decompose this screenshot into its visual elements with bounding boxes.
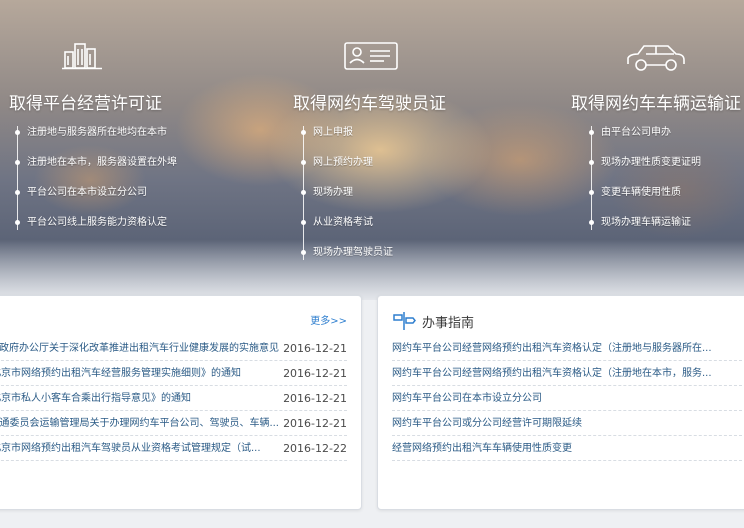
id-card-icon [344, 42, 398, 70]
guide-item[interactable]: 经营网络预约出租汽车车辆使用性质变更 [392, 436, 742, 461]
buildings-icon [62, 43, 102, 70]
news-item[interactable]: 北京市网络预约出租汽车驾驶员从业资格考试管理规定（试... 2016-12-22 [0, 436, 347, 461]
news-title[interactable]: 北京市私人小客车合乘出行指导意见》的通知 [0, 393, 191, 404]
news-title[interactable]: 京市人民政府办公厅关于深化改革推进出租汽车行业健康发展的实施意见 [0, 343, 279, 354]
step-link[interactable]: 现场办理车辆运输证 [589, 216, 701, 230]
step-link[interactable]: 由平台公司申办 [589, 126, 701, 156]
news-title[interactable]: 京市交通委员会运输管理局关于办理网约车平台公司、驾驶员、车辆... [0, 418, 279, 429]
driver-license-steps: 网上申报 网上预约办理 现场办理 从业资格考试 现场办理驾驶员证 [301, 126, 393, 260]
step-link[interactable]: 网上申报 [301, 126, 393, 156]
more-link[interactable]: 更多>> [310, 312, 347, 327]
platform-license-title[interactable]: 取得平台经营许可证 [9, 89, 162, 114]
news-item[interactable]: 京市交通委员会运输管理局关于办理网约车平台公司、驾驶员、车辆... 2016-1… [0, 411, 347, 436]
news-item[interactable]: 北京市私人小客车合乘出行指导意见》的通知 2016-12-21 [0, 386, 347, 411]
platform-license-steps: 注册地与服务器所在地均在本市 注册地在本市，服务器设置在外埠 平台公司在本市设立… [15, 126, 177, 230]
vehicle-license-steps: 由平台公司申办 现场办理性质变更证明 变更车辆使用性质 现场办理车辆运输证 [589, 126, 701, 230]
guide-item[interactable]: 网约车平台公司经营网络预约出租汽车资格认定（注册地与服务器所在... [392, 336, 742, 361]
car-icon [627, 45, 685, 71]
news-panel: 更多>> 京市人民政府办公厅关于深化改革推进出租汽车行业健康发展的实施意见 20… [0, 295, 362, 510]
step-link[interactable]: 网上预约办理 [301, 156, 393, 186]
step-link[interactable]: 从业资格考试 [301, 216, 393, 246]
guide-item[interactable]: 网约车平台公司或分公司经营许可期限延续 [392, 411, 742, 436]
news-list: 京市人民政府办公厅关于深化改革推进出租汽车行业健康发展的实施意见 2016-12… [0, 336, 361, 461]
guide-title: 办事指南 [422, 315, 475, 331]
guide-panel: 办事指南 网约车平台公司经营网络预约出租汽车资格认定（注册地与服务器所在... … [377, 295, 744, 510]
news-title[interactable]: 北京市网络预约出租汽车经营服务管理实施细则》的通知 [0, 368, 241, 379]
step-link[interactable]: 平台公司在本市设立分公司 [15, 186, 177, 216]
news-date: 2016-12-21 [283, 392, 347, 405]
step-link[interactable]: 现场办理性质变更证明 [589, 156, 701, 186]
news-date: 2016-12-21 [283, 367, 347, 380]
guide-list: 网约车平台公司经营网络预约出租汽车资格认定（注册地与服务器所在... 网约车平台… [392, 336, 742, 461]
news-title[interactable]: 北京市网络预约出租汽车驾驶员从业资格考试管理规定（试... [0, 443, 261, 454]
step-link[interactable]: 现场办理驾驶员证 [301, 246, 393, 260]
signpost-icon [393, 312, 416, 330]
news-item[interactable]: 北京市网络预约出租汽车经营服务管理实施细则》的通知 2016-12-21 [0, 361, 347, 386]
news-date: 2016-12-22 [283, 442, 347, 455]
guide-header: 办事指南 [392, 310, 474, 332]
news-date: 2016-12-21 [283, 342, 347, 355]
step-link[interactable]: 注册地与服务器所在地均在本市 [15, 126, 177, 156]
news-date: 2016-12-21 [283, 417, 347, 430]
step-link[interactable]: 注册地在本市，服务器设置在外埠 [15, 156, 177, 186]
news-item[interactable]: 京市人民政府办公厅关于深化改革推进出租汽车行业健康发展的实施意见 2016-12… [0, 336, 347, 361]
vehicle-license-title[interactable]: 取得网约车车辆运输证 [571, 89, 741, 114]
guide-item[interactable]: 网约车平台公司经营网络预约出租汽车资格认定（注册地在本市，服务... [392, 361, 742, 386]
step-link[interactable]: 现场办理 [301, 186, 393, 216]
driver-license-title[interactable]: 取得网约车驾驶员证 [293, 89, 446, 114]
step-link[interactable]: 变更车辆使用性质 [589, 186, 701, 216]
step-link[interactable]: 平台公司线上服务能力资格认定 [15, 216, 177, 230]
guide-item[interactable]: 网约车平台公司在本市设立分公司 [392, 386, 742, 411]
